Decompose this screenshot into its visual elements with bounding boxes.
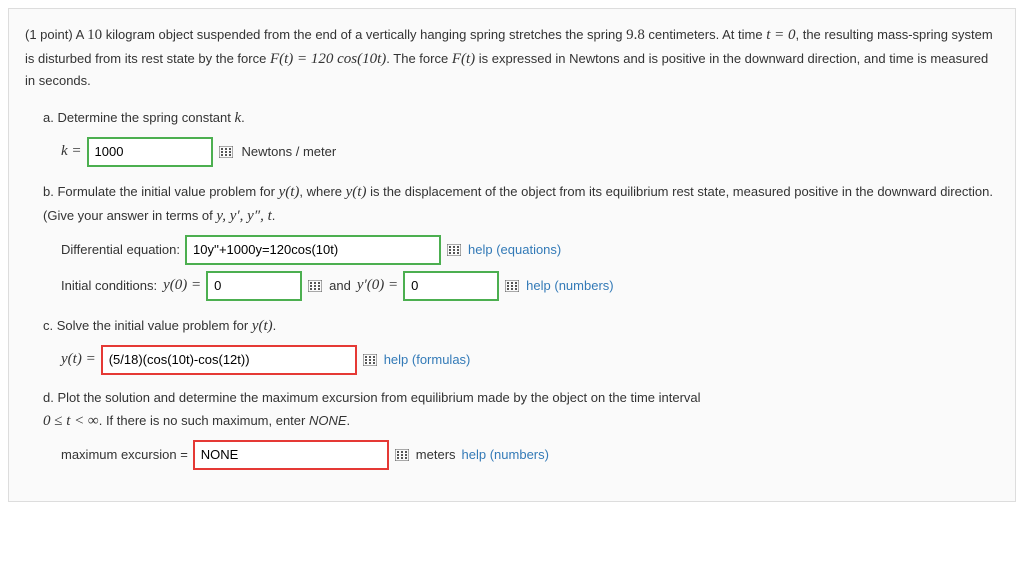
part-a-answer-row: k = Newtons / meter: [61, 138, 999, 166]
keypad-icon[interactable]: [218, 145, 234, 159]
label-end: .: [272, 208, 276, 223]
problem-container: (1 point) A 10 kilogram object suspended…: [8, 8, 1016, 502]
intro-text: centimeters. At time: [645, 27, 766, 42]
y0-label: y(0) =: [163, 277, 201, 294]
part-d-answer-row: maximum excursion = meters help (numbers…: [61, 441, 999, 469]
part-d: d. Plot the solution and determine the m…: [43, 388, 999, 469]
label-text: . If there is no such maximum, enter: [99, 413, 309, 428]
keypad-icon[interactable]: [362, 353, 378, 367]
yt-equals: y(t) =: [61, 351, 96, 368]
de-row: Differential equation: help (equations): [61, 236, 999, 264]
problem-intro: (1 point) A 10 kilogram object suspended…: [25, 23, 999, 92]
intro-text: . The force: [386, 51, 452, 66]
unit-label: meters: [416, 447, 456, 462]
part-b-label: b. Formulate the initial value problem f…: [43, 180, 999, 228]
yt-var: y(t): [279, 184, 300, 200]
ic-label: Initial conditions:: [61, 278, 157, 293]
label-text: , where: [299, 184, 345, 199]
k-equals: k =: [61, 143, 82, 160]
part-a: a. Determine the spring constant k. k = …: [43, 106, 999, 166]
part-d-label: d. Plot the solution and determine the m…: [43, 388, 999, 433]
yt-var: y(t): [346, 184, 367, 200]
stretch-value: 9.8: [626, 27, 645, 43]
intro-text: (1 point) A: [25, 27, 87, 42]
yp0-label: y′(0) =: [357, 277, 398, 294]
interval: 0 ≤ t < ∞: [43, 413, 99, 429]
unit-label: Newtons / meter: [242, 144, 337, 159]
vars: y, y′, y″, t: [216, 208, 271, 224]
label-text: b. Formulate the initial value problem f…: [43, 184, 279, 199]
solution-input[interactable]: [102, 346, 356, 374]
yt-var: y(t): [252, 318, 273, 334]
keypad-icon[interactable]: [394, 448, 410, 462]
label-end: .: [273, 318, 277, 333]
mass-value: 10: [87, 27, 102, 43]
part-c-label: c. Solve the initial value problem for y…: [43, 314, 999, 338]
help-numbers-link[interactable]: help (numbers): [526, 278, 613, 293]
ic-row: Initial conditions: y(0) = and y′(0) = h…: [61, 272, 999, 300]
force-eq: F(t) = 120 cos(10t): [270, 51, 386, 67]
none-word: NONE: [309, 413, 347, 428]
help-numbers-link[interactable]: help (numbers): [462, 447, 549, 462]
label-text: a. Determine the spring constant: [43, 110, 235, 125]
label-text: c. Solve the initial value problem for: [43, 318, 252, 333]
max-excursion-input[interactable]: [194, 441, 388, 469]
max-excursion-label: maximum excursion =: [61, 447, 188, 462]
de-label: Differential equation:: [61, 242, 180, 257]
force-sym: F(t): [452, 51, 475, 67]
intro-text: kilogram object suspended from the end o…: [102, 27, 626, 42]
help-equations-link[interactable]: help (equations): [468, 242, 561, 257]
part-c-answer-row: y(t) = help (formulas): [61, 346, 999, 374]
keypad-icon[interactable]: [446, 243, 462, 257]
yp0-input[interactable]: [404, 272, 498, 300]
label-end: .: [241, 110, 245, 125]
y0-input[interactable]: [207, 272, 301, 300]
help-formulas-link[interactable]: help (formulas): [384, 352, 471, 367]
keypad-icon[interactable]: [504, 279, 520, 293]
time-zero: t = 0: [766, 27, 795, 43]
part-b: b. Formulate the initial value problem f…: [43, 180, 999, 300]
label-text: d. Plot the solution and determine the m…: [43, 390, 701, 405]
label-end: .: [347, 413, 351, 428]
and-text: and: [329, 278, 351, 293]
part-a-label: a. Determine the spring constant k.: [43, 106, 999, 130]
differential-equation-input[interactable]: [186, 236, 440, 264]
keypad-icon[interactable]: [307, 279, 323, 293]
part-c: c. Solve the initial value problem for y…: [43, 314, 999, 374]
spring-constant-input[interactable]: [88, 138, 212, 166]
